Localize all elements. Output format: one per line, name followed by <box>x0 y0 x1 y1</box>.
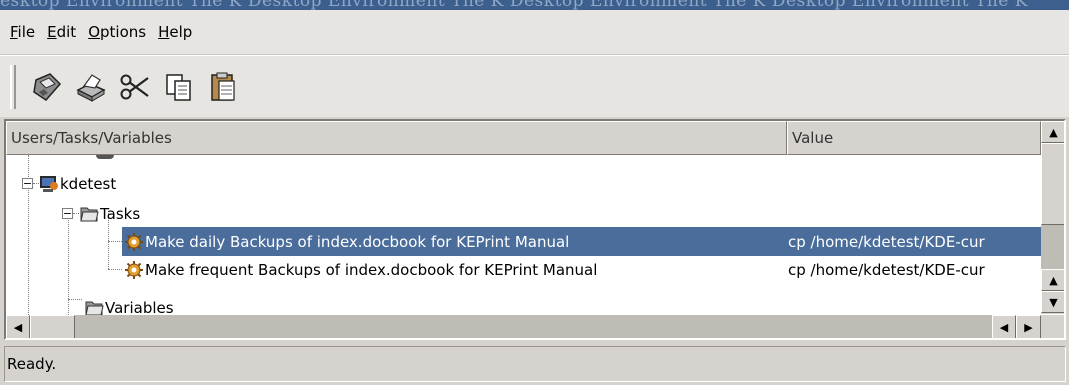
menu-edit[interactable]: Edit <box>45 21 78 43</box>
menu-bar: File Edit Options Help <box>0 10 1069 55</box>
scroll-left-button-right[interactable]: ◀ <box>992 315 1016 338</box>
tree-label-tasks: Tasks <box>100 204 141 223</box>
copy-button[interactable] <box>158 66 200 108</box>
tree-label-task: Make frequent Backups of index.docbook f… <box>145 260 598 279</box>
tree-row-variables[interactable]: Variables <box>6 293 1041 315</box>
folder-icon <box>80 207 99 221</box>
toolbar <box>0 55 1069 117</box>
tree-label-task: Make daily Backups of index.docbook for … <box>145 232 570 251</box>
horizontal-scroll-thumb[interactable] <box>30 315 75 338</box>
task-list-view[interactable]: Users/Tasks/Variables Value − kdetest − … <box>4 119 1066 340</box>
menu-file[interactable]: File <box>8 21 37 43</box>
tree-row-task-frequent[interactable]: Make frequent Backups of index.docbook f… <box>6 255 1041 284</box>
list-header: Users/Tasks/Variables Value <box>6 121 1041 155</box>
print-icon <box>76 73 106 102</box>
watermark-text: esktop Environment The K Desktop Environ… <box>0 0 1028 10</box>
task-value: cp /home/kdetest/KDE-cur <box>788 260 985 279</box>
task-value: cp /home/kdetest/KDE-cur <box>788 232 985 251</box>
toolbar-grip[interactable] <box>10 64 16 109</box>
tree-row-tasks[interactable]: − Tasks <box>6 199 1041 228</box>
paste-icon <box>211 72 235 101</box>
status-text: Ready. <box>7 355 57 373</box>
print-button[interactable] <box>70 66 112 108</box>
gear-task-icon <box>125 232 143 251</box>
cut-icon <box>120 74 149 99</box>
menu-options[interactable]: Options <box>86 21 148 43</box>
scroll-up-button-lower[interactable]: ▲ <box>1041 269 1064 291</box>
partial-user-icon <box>96 155 114 159</box>
column-header-users[interactable]: Users/Tasks/Variables <box>6 121 787 155</box>
tree-label-variables: Variables <box>105 298 174 316</box>
cut-button[interactable] <box>114 66 156 108</box>
collapse-expander[interactable]: − <box>22 178 33 189</box>
user-computer-icon <box>40 175 58 192</box>
scroll-right-button[interactable]: ▶ <box>1016 315 1041 338</box>
gear-task-icon <box>125 260 143 279</box>
save-button[interactable] <box>26 66 68 108</box>
folder-icon <box>85 301 104 315</box>
vertical-scroll-thumb[interactable] <box>1041 143 1064 225</box>
status-bar: Ready. <box>4 346 1066 382</box>
desktop-title-strip: esktop Environment The K Desktop Environ… <box>0 0 1069 10</box>
tree-label-user: kdetest <box>60 174 117 193</box>
paste-button[interactable] <box>202 66 244 108</box>
scroll-up-button[interactable]: ▲ <box>1041 121 1064 143</box>
save-icon <box>33 72 62 101</box>
scroll-corner <box>1041 315 1064 338</box>
vertical-scrollbar[interactable]: ▲ ▲ ▼ <box>1041 121 1064 314</box>
scroll-left-button[interactable]: ◀ <box>6 315 30 338</box>
horizontal-scrollbar[interactable]: ◀ ◀ ▶ <box>6 315 1041 338</box>
tree-rows: − kdetest − Tasks Make daily Backups of … <box>6 155 1041 315</box>
collapse-expander[interactable]: − <box>62 208 73 219</box>
tree-row-user[interactable]: − kdetest <box>6 169 1041 198</box>
menu-help[interactable]: Help <box>156 21 194 43</box>
scroll-down-button[interactable]: ▼ <box>1041 291 1064 313</box>
tree-row-task-daily[interactable]: Make daily Backups of index.docbook for … <box>6 227 1041 256</box>
copy-icon <box>166 73 191 101</box>
column-header-value[interactable]: Value <box>787 121 1041 155</box>
